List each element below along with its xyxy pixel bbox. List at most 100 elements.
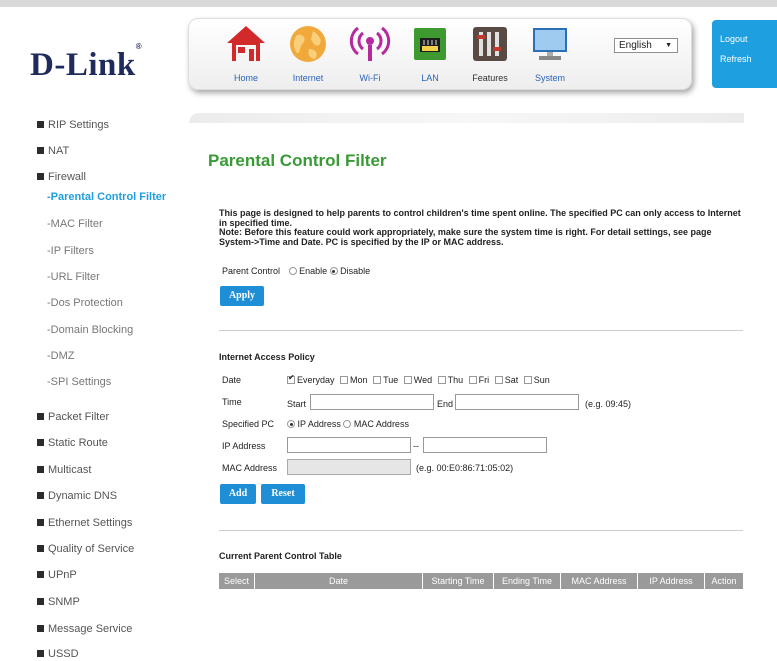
- tue-label: Tue: [383, 375, 399, 385]
- sidebar-item-dynamic-dns[interactable]: Dynamic DNS: [37, 490, 117, 504]
- sun-checkbox[interactable]: [523, 376, 532, 384]
- sidebar-item-ethernet-settings[interactable]: Ethernet Settings: [37, 517, 132, 531]
- ip-address-radio[interactable]: [287, 420, 295, 428]
- sidebar-item-upnp[interactable]: UPnP: [37, 569, 77, 583]
- sidebar-item-ussd[interactable]: USSD: [37, 648, 79, 661]
- sidebar-item-multicast[interactable]: Multicast: [37, 464, 91, 478]
- sidebar-item-nat[interactable]: NAT: [37, 145, 69, 159]
- description-text: This page is designed to help parents to…: [219, 208, 741, 228]
- apply-button[interactable]: Apply: [220, 286, 264, 306]
- specified-pc-label: Specified PC: [222, 419, 275, 429]
- nav-wifi[interactable]: Wi-Fi: [340, 23, 400, 87]
- ip-separator: --: [413, 441, 419, 451]
- nav-home-label: Home: [233, 73, 258, 83]
- bullet-icon: [37, 413, 44, 420]
- bullet-icon: [37, 147, 44, 154]
- lan-icon: [409, 23, 451, 65]
- mac-address-radio[interactable]: [343, 420, 352, 428]
- bullet-icon: [37, 439, 44, 446]
- thu-label: Thu: [447, 375, 464, 385]
- date-label: Date: [222, 375, 242, 385]
- sidebar-item-dmz[interactable]: -DMZ: [47, 350, 75, 364]
- bullet-icon: [37, 545, 44, 552]
- dlink-logo: D-Link®: [30, 42, 143, 83]
- sidebar-item-message-service[interactable]: Message Service: [37, 623, 132, 637]
- divider: [219, 530, 743, 531]
- ip-start-input[interactable]: [287, 437, 411, 453]
- sat-checkbox[interactable]: [494, 376, 503, 384]
- fri-label: Fri: [478, 375, 490, 385]
- sidebar-item-domain-blocking[interactable]: -Domain Blocking: [47, 324, 133, 338]
- page-title: Parental Control Filter: [208, 151, 387, 170]
- everyday-checkbox[interactable]: [287, 373, 295, 384]
- col-date: Date: [255, 573, 423, 589]
- sidebar-item-dos-protection[interactable]: -Dos Protection: [47, 297, 123, 311]
- nav-internet[interactable]: Internet: [278, 23, 338, 87]
- sidebar-item-spi-settings[interactable]: -SPI Settings: [47, 376, 111, 390]
- sidebar-item-rip-settings[interactable]: RIP Settings: [37, 119, 109, 133]
- sat-label: Sat: [504, 375, 519, 385]
- account-panel: Logout Refresh: [712, 20, 777, 88]
- col-ip-address: IP Address: [638, 573, 705, 589]
- nav-features-label: Features: [472, 73, 508, 83]
- add-button[interactable]: Add: [220, 484, 256, 504]
- mon-label: Mon: [350, 375, 368, 385]
- nav-system[interactable]: System: [520, 23, 580, 87]
- sidebar-item-packet-filter[interactable]: Packet Filter: [37, 411, 109, 425]
- mac-address-label: MAC Address: [222, 463, 278, 473]
- nav-system-label: System: [534, 73, 565, 83]
- bullet-icon: [37, 625, 44, 632]
- ip-end-input[interactable]: [423, 437, 547, 453]
- sun-label: Sun: [533, 375, 550, 385]
- bullet-icon: [37, 598, 44, 605]
- language-value: English: [619, 40, 652, 51]
- fri-checkbox[interactable]: [468, 376, 477, 384]
- bullet-icon: [37, 650, 44, 657]
- sidebar-item-firewall[interactable]: Firewall: [37, 171, 86, 185]
- enable-radio[interactable]: [288, 267, 297, 275]
- disable-radio[interactable]: [329, 267, 338, 275]
- start-time-input[interactable]: [310, 394, 434, 410]
- sidebar-item-mac-filter[interactable]: -MAC Filter: [47, 218, 103, 232]
- mac-address-option: MAC Address: [353, 419, 409, 429]
- sidebar-item-url-filter[interactable]: -URL Filter: [47, 271, 100, 285]
- globe-icon: [287, 23, 329, 65]
- mac-hint: (e.g. 00:E0:86:71:05:02): [416, 463, 514, 473]
- wed-checkbox[interactable]: [403, 376, 412, 384]
- nav-features[interactable]: Features: [460, 23, 520, 87]
- sidebar-item-snmp[interactable]: SNMP: [37, 596, 80, 610]
- wifi-icon: [349, 23, 391, 65]
- tools-icon: [469, 23, 511, 65]
- nav-lan-label: LAN: [421, 73, 439, 83]
- reset-button[interactable]: Reset: [261, 484, 305, 504]
- tue-checkbox[interactable]: [373, 376, 382, 384]
- specified-pc-options: IP Address MAC Address: [287, 419, 409, 429]
- sidebar-item-quality-of-service[interactable]: Quality of Service: [37, 543, 134, 557]
- mon-checkbox[interactable]: [340, 376, 349, 384]
- thu-checkbox[interactable]: [437, 376, 446, 384]
- sidebar-item-static-route[interactable]: Static Route: [37, 437, 108, 451]
- description-note: Note: Before this feature could work app…: [219, 227, 712, 247]
- language-select[interactable]: English ▼: [614, 38, 678, 53]
- router-admin-page: D-Link® Home Internet Wi-Fi LAN Features…: [0, 0, 777, 661]
- col-mac-address: MAC Address: [561, 573, 638, 589]
- sidebar-item-parental-control-filter[interactable]: -Parental Control Filter: [47, 191, 166, 205]
- nav-wifi-label: Wi-Fi: [359, 73, 381, 83]
- everyday-label: Everyday: [297, 375, 335, 385]
- parent-control-label: Parent Control: [222, 266, 281, 276]
- main-nav: Home Internet Wi-Fi LAN Features System: [188, 18, 692, 90]
- col-ending-time: Ending Time: [494, 573, 561, 589]
- top-border: [0, 0, 777, 7]
- mac-address-input[interactable]: [287, 459, 411, 475]
- days-row: Everyday Mon Tue Wed Thu Fri Sat Sun: [287, 373, 550, 385]
- logout-link[interactable]: Logout: [720, 34, 748, 44]
- sidebar-item-ip-filters[interactable]: -IP Filters: [47, 245, 94, 259]
- refresh-link[interactable]: Refresh: [720, 54, 752, 64]
- monitor-icon: [529, 23, 571, 65]
- nav-lan[interactable]: LAN: [400, 23, 460, 87]
- nav-home[interactable]: Home: [216, 23, 276, 87]
- bullet-icon: [37, 571, 44, 578]
- parent-control-table-header: Select Date Starting Time Ending Time MA…: [219, 573, 743, 589]
- end-time-input[interactable]: [455, 394, 579, 410]
- content-top-bar: [189, 113, 744, 123]
